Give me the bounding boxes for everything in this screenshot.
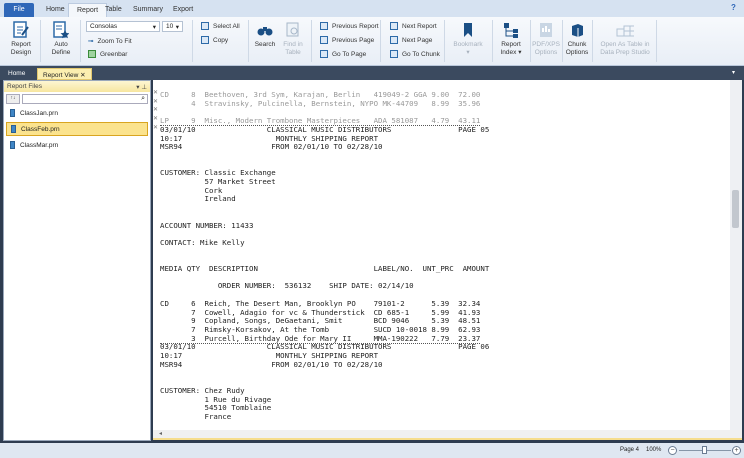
report-line: MSR94 FROM 02/01/10 TO 02/28/10 xyxy=(160,142,383,152)
report-design-button[interactable]: Report Design xyxy=(6,21,36,56)
bookmark-button[interactable]: Bookmark ▾ xyxy=(450,21,486,56)
report-line: France xyxy=(160,412,232,422)
bookmark-icon xyxy=(459,21,477,39)
zoom-in-button[interactable]: + xyxy=(732,446,741,455)
report-line: ACCOUNT NUMBER: 11433 xyxy=(160,220,254,230)
ribbon: Report Design Auto Define Consolas ▾ 10 ▾ … xyxy=(0,17,744,66)
tab-list-dropdown-icon[interactable]: ▾ xyxy=(732,69,735,76)
scroll-thumb[interactable] xyxy=(732,190,739,228)
report-line: MEDIA QTY DESCRIPTION LABEL/NO. UNT_PRC … xyxy=(160,264,490,274)
doc-tab-report-view[interactable]: Report View ✕ xyxy=(37,68,92,80)
report-index-button[interactable]: Report Index ▾ xyxy=(496,21,526,56)
report-design-icon xyxy=(12,21,30,39)
open-as-table-button[interactable]: Open As Table in Data Prep Studio xyxy=(596,21,654,56)
close-icon[interactable]: ✕ xyxy=(80,72,85,79)
next-report-button[interactable]: Next Report xyxy=(390,21,437,31)
report-line xyxy=(160,204,489,213)
file-search-input[interactable]: ⌕ xyxy=(22,94,148,104)
file-icon xyxy=(10,109,15,117)
report-line: CONTACT: Mike Kelly xyxy=(160,237,245,247)
greenbar-icon xyxy=(88,50,96,58)
select-all-button[interactable]: Select All xyxy=(201,21,240,31)
file-item-selected[interactable]: ClassFeb.prn xyxy=(6,122,148,136)
find-in-table-button[interactable]: Find in Table xyxy=(280,21,306,56)
horizontal-scrollbar[interactable]: ◂ xyxy=(153,430,742,440)
greenbar-button[interactable]: Greenbar xyxy=(88,49,127,59)
search-button[interactable]: Search xyxy=(252,21,278,49)
next-report-icon xyxy=(390,22,398,30)
report-line xyxy=(160,152,489,161)
go-to-chunk-icon xyxy=(390,50,398,58)
zoom-level: 100% xyxy=(646,447,662,453)
vertical-scrollbar[interactable] xyxy=(730,80,742,430)
previous-report-button[interactable]: Previous Report xyxy=(320,21,379,31)
zoom-slider-thumb[interactable] xyxy=(702,446,707,454)
report-files-panel: Report Files ▾ ⊥ ↑↓ ⌕ ClassJan.prn ClassF… xyxy=(3,80,151,441)
document-tabs: Home Report View ✕ ▾ xyxy=(0,66,744,80)
zoom-out-button[interactable]: − xyxy=(668,446,677,455)
copy-button[interactable]: Copy xyxy=(201,35,228,45)
status-bar: Page 4 100% − + xyxy=(0,443,744,458)
report-index-icon xyxy=(502,21,520,39)
report-line xyxy=(160,370,489,379)
search-icon: ⌕ xyxy=(141,95,145,102)
go-to-page-button[interactable]: Go To Page xyxy=(320,49,366,59)
panel-title: Report Files xyxy=(7,83,43,90)
help-icon[interactable]: ? xyxy=(731,3,736,12)
doc-tab-home[interactable]: Home xyxy=(3,68,30,80)
report-line: ORDER NUMBER: 536132 SHIP DATE: 02/14/10 xyxy=(160,281,414,291)
next-page-icon xyxy=(390,36,398,44)
tab-export[interactable]: Export xyxy=(165,3,201,17)
page-indicator: Page 4 xyxy=(620,447,640,453)
zoom-to-fit-button[interactable]: ⊸ Zoom To Fit xyxy=(88,36,132,46)
report-line xyxy=(160,248,489,257)
go-to-chunk-button[interactable]: Go To Chunk xyxy=(390,49,440,59)
file-icon xyxy=(10,141,15,149)
go-to-page-icon xyxy=(320,50,328,58)
previous-page-button[interactable]: Previous Page xyxy=(320,35,374,45)
select-all-icon xyxy=(201,22,209,30)
copy-icon xyxy=(201,36,209,44)
chevron-down-icon: ▾ xyxy=(175,24,179,31)
file-item[interactable]: ClassMar.prn xyxy=(6,138,148,152)
chevron-down-icon: ▾ xyxy=(152,24,156,31)
report-text: CD 8 Beethoven, 3rd Sym, Karajan, Berlin… xyxy=(160,90,490,422)
page-break xyxy=(160,125,480,126)
previous-page-icon xyxy=(320,36,328,44)
find-in-table-icon xyxy=(284,21,302,39)
pdf-icon xyxy=(537,21,555,39)
pin-icon[interactable]: ▾ ⊥ xyxy=(136,83,147,91)
chunk-markers: ✕ ✕ ✕ ✕ ✕ xyxy=(153,90,159,131)
chunk-options-button[interactable]: Chunk Options xyxy=(563,21,591,56)
sort-button[interactable]: ↑↓ xyxy=(6,94,20,104)
report-line: Ireland xyxy=(160,194,236,204)
font-size-select[interactable]: 10 ▾ xyxy=(162,21,183,32)
file-item[interactable]: ClassJan.prn xyxy=(6,106,148,120)
report-line: 4 Stravinsky, Pulcinella, Bernstein, NYP… xyxy=(160,98,481,108)
file-icon xyxy=(11,125,16,133)
chunk-options-icon xyxy=(568,21,586,39)
pdf-xps-options-button[interactable]: PDF/XPS Options xyxy=(532,21,560,56)
font-select[interactable]: Consolas ▾ xyxy=(86,21,160,32)
report-view[interactable]: ✕ ✕ ✕ ✕ ✕ CD 8 Beethoven, 3rd Sym, Karajan, … xyxy=(153,80,730,430)
tab-file[interactable]: File xyxy=(4,3,34,17)
auto-define-button[interactable]: Auto Define xyxy=(46,21,76,56)
table-icon xyxy=(616,21,634,39)
scroll-left-icon[interactable]: ◂ xyxy=(159,431,162,437)
zoom-icon: ⊸ xyxy=(88,38,94,45)
auto-define-icon xyxy=(52,21,70,39)
next-page-button[interactable]: Next Page xyxy=(390,35,432,45)
report-line: MSR94 FROM 02/01/10 TO 02/28/10 xyxy=(160,359,383,369)
menu-bar: File Home Report Table Summary Export ? xyxy=(0,0,744,17)
page-break xyxy=(160,343,480,344)
previous-report-icon xyxy=(320,22,328,30)
binoculars-icon xyxy=(256,21,274,39)
